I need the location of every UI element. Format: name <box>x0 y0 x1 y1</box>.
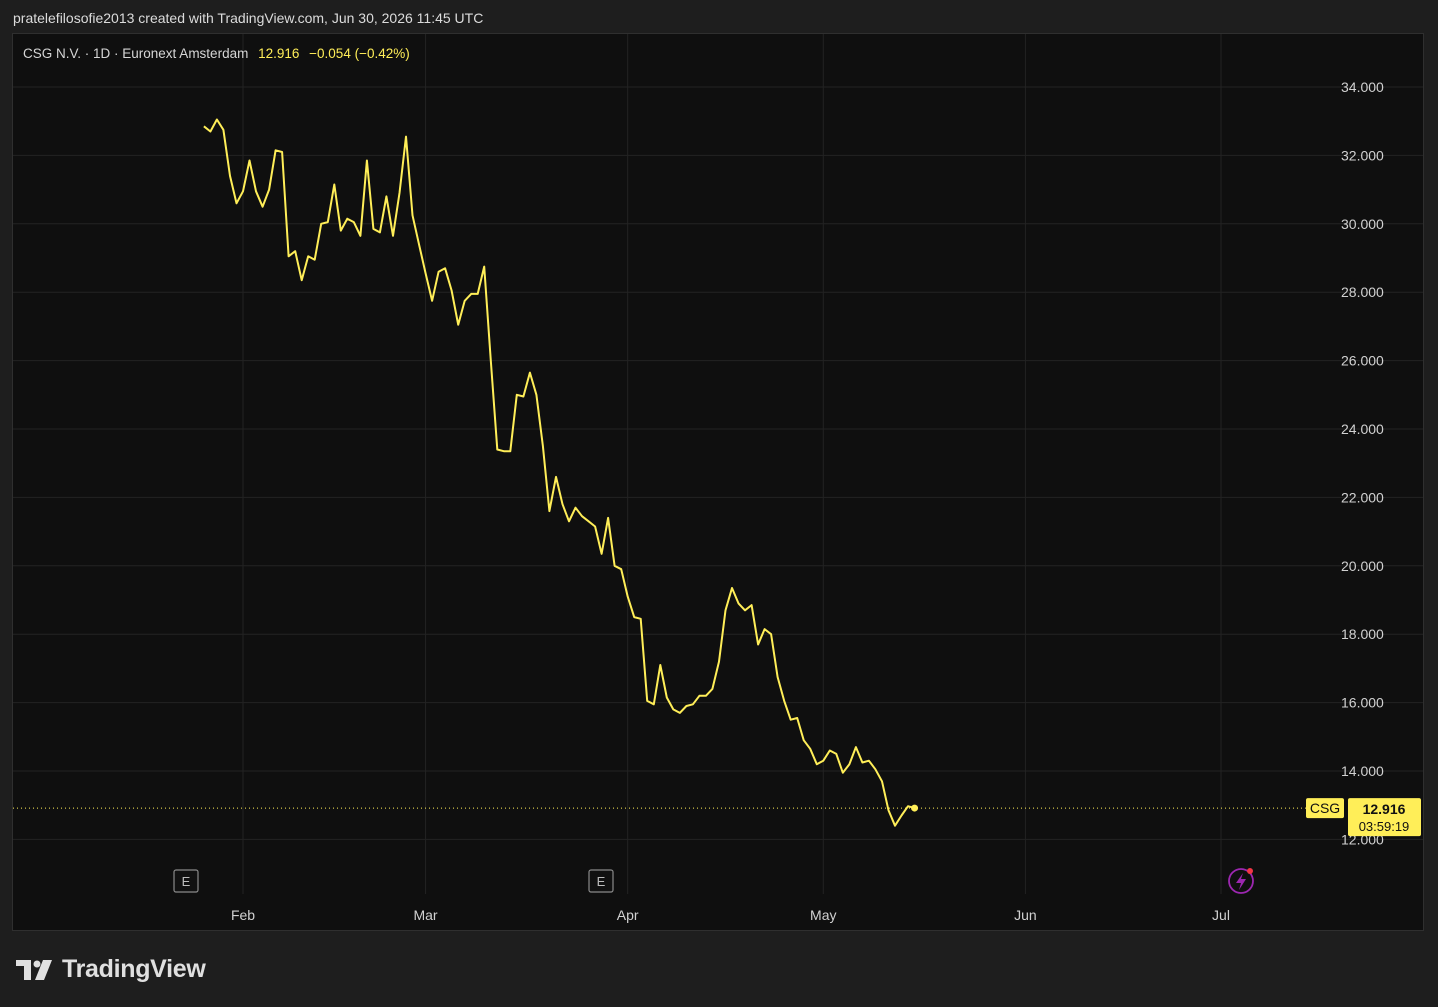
chart-panel[interactable]: 34.000 32.000 30.000 28.000 26.000 24.000 22.0… <box>12 33 1424 931</box>
earnings-event-label: E <box>597 874 606 889</box>
symbol-tag-label: CSG <box>1310 800 1340 816</box>
chart-caption: pratelefilosofie2013 created with Tradin… <box>13 10 484 26</box>
x-tick-label: May <box>810 907 836 923</box>
y-tick-label: 14.000 <box>1341 763 1384 779</box>
y-tick-label: 22.000 <box>1341 489 1384 505</box>
y-tick-label: 28.000 <box>1341 284 1384 300</box>
price-chart[interactable]: 34.000 32.000 30.000 28.000 26.000 24.000 22.0… <box>13 34 1423 930</box>
tradingview-logo[interactable]: TradingView <box>16 955 206 984</box>
x-tick-label: Feb <box>231 907 255 923</box>
notification-dot <box>1247 868 1253 874</box>
y-tick-label: 20.000 <box>1341 558 1384 574</box>
x-tick-label: Jun <box>1014 907 1037 923</box>
symbol-legend[interactable]: CSG N.V. · 1D · Euronext Amsterdam 12.91… <box>23 46 410 61</box>
tradingview-logo-icon <box>16 959 52 980</box>
legend-change: −0.054 (−0.42%) <box>309 46 410 61</box>
y-tick-label: 34.000 <box>1341 79 1384 95</box>
y-tick-label: 24.000 <box>1341 421 1384 437</box>
y-tick-label: 30.000 <box>1341 216 1384 232</box>
earnings-event-label: E <box>182 874 191 889</box>
price-tag-countdown: 03:59:19 <box>1359 819 1410 834</box>
symbol-info: CSG N.V. · 1D · Euronext Amsterdam <box>23 46 249 61</box>
last-point-marker <box>911 804 919 812</box>
price-tag-value: 12.916 <box>1363 801 1406 817</box>
x-tick-label: Apr <box>617 907 639 923</box>
x-tick-label: Mar <box>413 907 437 923</box>
y-tick-label: 26.000 <box>1341 353 1384 369</box>
x-tick-label: Jul <box>1212 907 1230 923</box>
lightning-bolt-icon <box>1236 873 1246 890</box>
y-tick-label: 18.000 <box>1341 626 1384 642</box>
brand-name: TradingView <box>62 955 206 983</box>
price-series-line <box>203 118 915 827</box>
y-tick-label: 16.000 <box>1341 695 1384 711</box>
y-tick-label: 32.000 <box>1341 147 1384 163</box>
legend-last-price: 12.916 <box>258 46 300 61</box>
